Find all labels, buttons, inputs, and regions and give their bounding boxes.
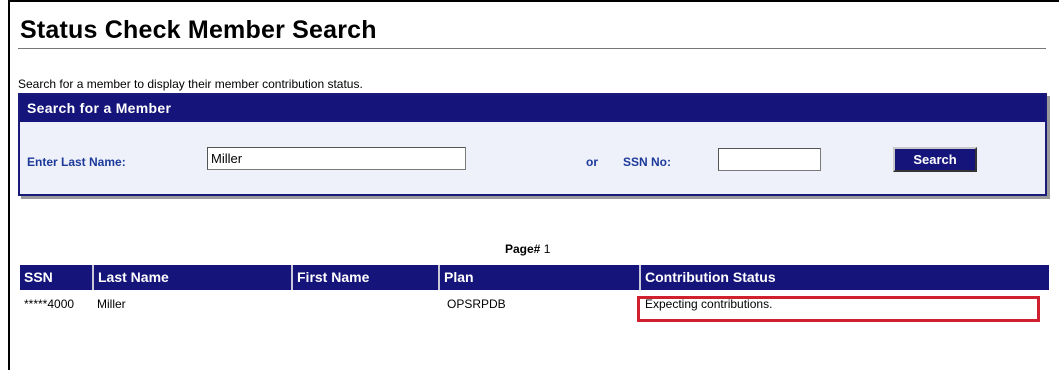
search-panel: Search for a Member Enter Last Name: or … (18, 93, 1047, 196)
column-header-last-name[interactable]: Last Name (92, 265, 291, 290)
cell-ssn: *****4000 (24, 297, 75, 311)
page-title: Status Check Member Search (20, 16, 377, 44)
cell-plan: OPSRPDB (447, 297, 506, 311)
column-header-first-name[interactable]: First Name (291, 265, 438, 290)
cell-last-name[interactable]: Miller (97, 297, 126, 311)
column-header-plan[interactable]: Plan (438, 265, 639, 290)
last-name-input[interactable] (207, 147, 466, 170)
intro-text: Search for a member to display their mem… (18, 77, 363, 91)
page-indicator: Page# 1 (505, 242, 550, 256)
ssn-input[interactable] (718, 148, 821, 171)
results-header-row: SSN Last Name First Name Plan Contributi… (20, 265, 1049, 290)
status-highlight-box (637, 296, 1040, 322)
last-name-label: Enter Last Name: (27, 155, 126, 169)
page-number: 1 (543, 242, 551, 256)
title-divider (18, 48, 1046, 49)
column-header-ssn[interactable]: SSN (20, 265, 92, 290)
ssn-label: SSN No: (623, 155, 671, 169)
results-table: SSN Last Name First Name Plan Contributi… (20, 265, 1049, 322)
search-panel-header: Search for a Member (20, 95, 1045, 122)
column-header-contribution-status[interactable]: Contribution Status (639, 265, 1049, 290)
page-label: Page# (505, 242, 541, 256)
search-button[interactable]: Search (893, 147, 977, 172)
or-label: or (586, 155, 598, 169)
